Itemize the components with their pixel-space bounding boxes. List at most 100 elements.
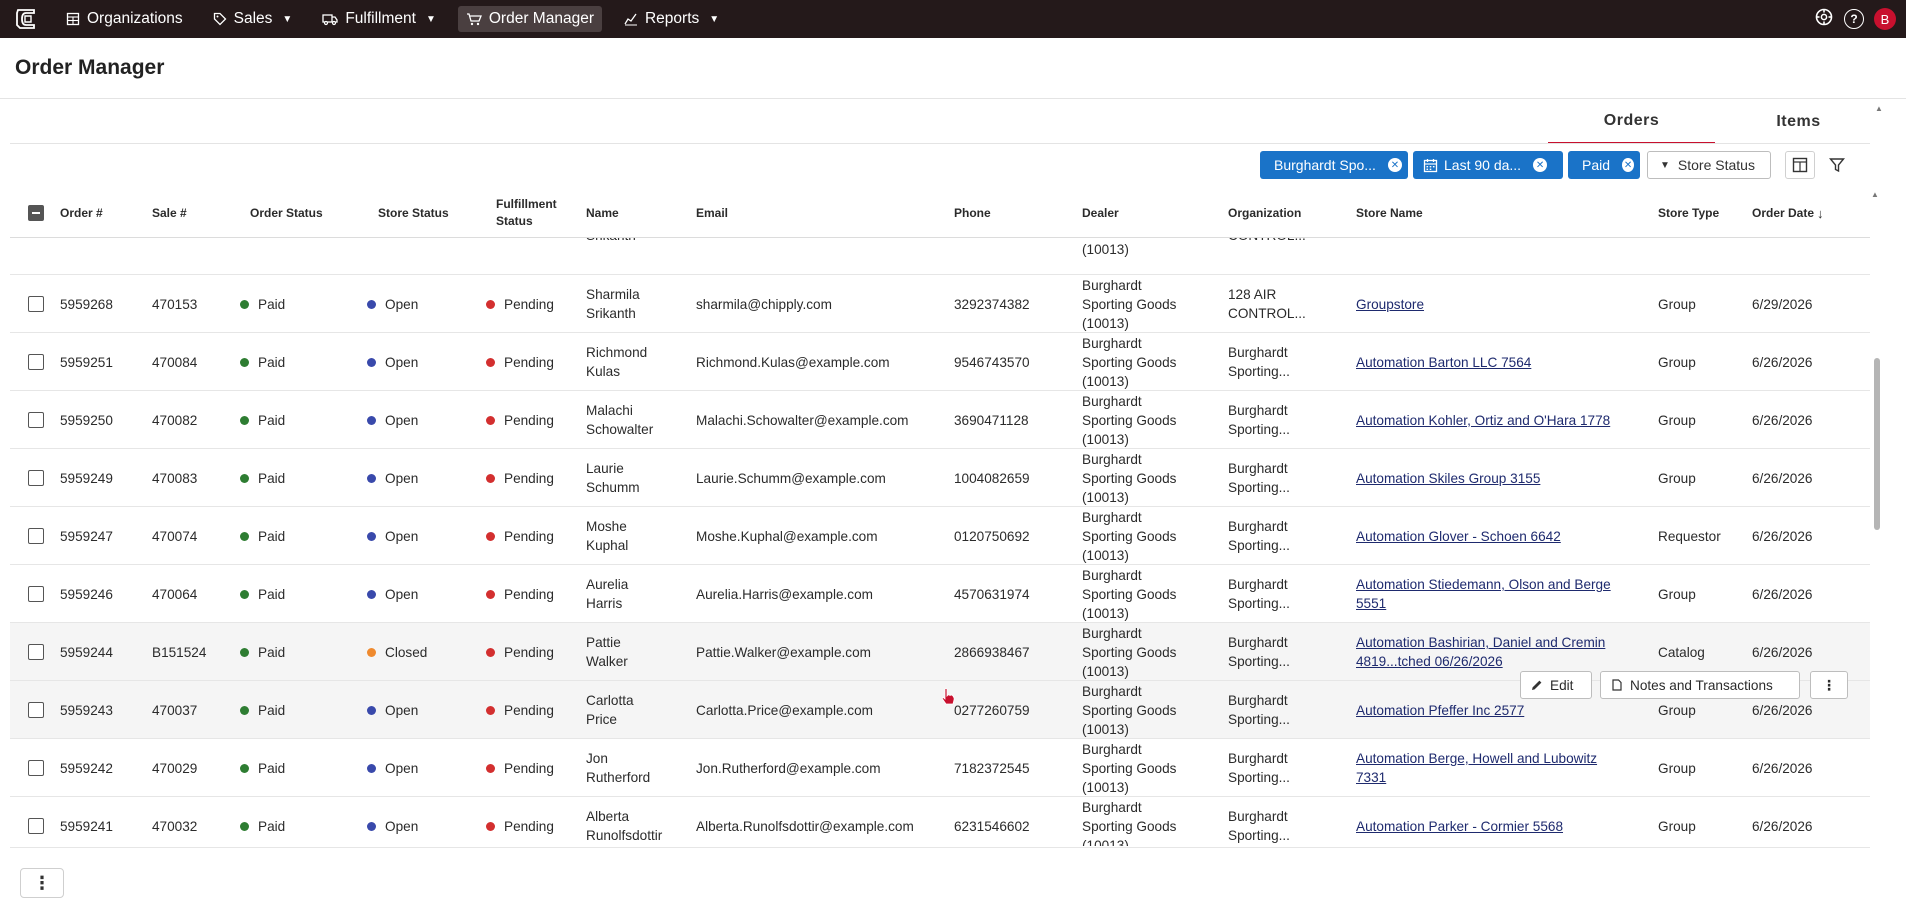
avatar[interactable]: B — [1874, 8, 1896, 30]
scroll-up-arrow-icon[interactable]: ▲ — [1871, 190, 1879, 199]
select-all-checkbox[interactable] — [28, 188, 44, 238]
nav-fulfillment[interactable]: Fulfillment ▼ — [314, 6, 444, 32]
cell-store-name[interactable]: Automation Kohler, Ortiz and O'Hara 1778 — [1356, 391, 1610, 449]
store-name-link[interactable]: Automation Pfeffer Inc 2577 — [1356, 701, 1524, 720]
cell-fulfillment-status: Pending — [486, 565, 554, 623]
row-checkbox[interactable] — [28, 275, 44, 333]
row-checkbox[interactable] — [28, 449, 44, 507]
row-checkbox[interactable] — [28, 507, 44, 565]
filter-chip-date[interactable]: Last 90 da... ✕ — [1413, 151, 1563, 179]
header-store-status[interactable]: Store Status — [378, 188, 449, 238]
dealer-line1: Burghardt — [1082, 625, 1142, 641]
header-phone[interactable]: Phone — [954, 188, 991, 238]
store-name-link[interactable]: Automation Skiles Group 3155 — [1356, 469, 1540, 488]
nav-reports[interactable]: Reports ▼ — [616, 6, 727, 32]
dealer-line2: Sporting Goods — [1082, 760, 1177, 776]
notes-and-transactions-button[interactable]: Notes and Transactions — [1600, 671, 1800, 699]
close-icon[interactable]: ✕ — [1533, 158, 1548, 172]
app-logo-icon[interactable] — [12, 5, 40, 33]
dealer-line2: Sporting Goods — [1082, 818, 1177, 834]
store-name-link[interactable]: Automation Kohler, Ortiz and O'Hara 1778 — [1356, 411, 1610, 430]
header-order-status[interactable]: Order Status — [250, 188, 323, 238]
table-row[interactable]: 5959251 470084 Paid Open Pending Richmon… — [10, 333, 1870, 391]
header-store-name[interactable]: Store Name — [1356, 188, 1423, 238]
store-name-link[interactable]: Automation Parker - Cormier 5568 — [1356, 817, 1563, 836]
header-store-type[interactable]: Store Type — [1658, 188, 1719, 238]
tab-items[interactable]: Items — [1715, 100, 1882, 144]
order-status-label: Paid — [258, 760, 286, 776]
table-row[interactable]: 5959249 470083 Paid Open Pending Laurie S… — [10, 449, 1870, 507]
store-name-link[interactable]: Automation Berge, Howell and Lubowitz — [1356, 749, 1597, 768]
header-order-num[interactable]: Order # — [60, 188, 103, 238]
row-checkbox[interactable] — [28, 565, 44, 623]
table-row[interactable]: 5959268 470153 Paid Open Pending Sharmil… — [10, 275, 1870, 333]
header-email[interactable]: Email — [696, 188, 728, 238]
vertical-scrollbar[interactable] — [1874, 358, 1880, 530]
store-name-link[interactable]: Groupstore — [1356, 295, 1424, 314]
cell-store-name[interactable]: Automation Skiles Group 3155 — [1356, 449, 1540, 507]
dealer-line2: Sporting Goods — [1082, 354, 1177, 370]
more-actions-button[interactable]: ⋮ — [1810, 671, 1848, 699]
dealer-line1: Burghardt — [1082, 567, 1142, 583]
store-name-link[interactable]: Automation Stiedemann, Olson and Berge — [1356, 575, 1611, 594]
row-checkbox[interactable] — [28, 333, 44, 391]
cell-store-name[interactable]: Automation Glover - Schoen 6642 — [1356, 507, 1561, 565]
dealer-line3: (10013) — [1082, 837, 1129, 847]
row-checkbox[interactable] — [28, 623, 44, 681]
filter-chip-dealer[interactable]: Burghardt Spo... ✕ — [1260, 151, 1408, 179]
scroll-up-arrow-icon[interactable]: ▲ — [1875, 104, 1883, 113]
cell-store-name[interactable]: Automation Barton LLC 7564 — [1356, 333, 1531, 391]
row-checkbox[interactable] — [28, 391, 44, 449]
table-row[interactable]: 5959242 470029 Paid Open Pending Jon Ruth… — [10, 739, 1870, 797]
header-dealer[interactable]: Dealer — [1082, 188, 1119, 238]
header-organization[interactable]: Organization — [1228, 188, 1301, 238]
chart-icon — [624, 13, 637, 26]
filter-chip-status[interactable]: Paid ✕ — [1568, 151, 1640, 179]
table-row[interactable]: 5959250 470082 Paid Open Pending Malachi… — [10, 391, 1870, 449]
column-layout-button[interactable] — [1785, 151, 1815, 179]
cell-store-name[interactable]: Groupstore — [1356, 275, 1424, 333]
store-name-link[interactable]: Automation Glover - Schoen 6642 — [1356, 527, 1561, 546]
row-checkbox[interactable] — [28, 797, 44, 846]
table-row[interactable]: 5959246 470064 Paid Open Pending Aurelia… — [10, 565, 1870, 623]
store-name-link-line2[interactable]: 7331 — [1356, 768, 1386, 787]
tab-orders[interactable]: Orders — [1548, 100, 1715, 144]
cell-store-name[interactable]: Automation Stiedemann, Olson and Berge 55… — [1356, 565, 1611, 623]
store-name-link[interactable]: Automation Bashirian, Daniel and Cremin — [1356, 633, 1605, 652]
store-name-link-line2[interactable]: 5551 — [1356, 594, 1386, 613]
status-dot — [240, 473, 249, 483]
row-checkbox[interactable] — [28, 739, 44, 797]
filter-button[interactable] — [1822, 151, 1852, 179]
header-name[interactable]: Name — [586, 188, 619, 238]
edit-button[interactable]: Edit — [1520, 671, 1592, 699]
help-icon[interactable]: ? — [1844, 9, 1864, 29]
cell-name: Aurelia Harris — [586, 565, 628, 623]
more-vertical-icon: ⋮ — [1822, 676, 1836, 693]
gear-icon[interactable] — [1814, 7, 1834, 32]
cell-fulfillment-status: Pending — [486, 739, 554, 797]
header-order-date[interactable]: Order Date ↓ — [1752, 188, 1824, 238]
cell-store-name[interactable]: Automation Berge, Howell and Lubowitz 733… — [1356, 739, 1597, 797]
header-fulfillment-status[interactable]: Fulfillment Status — [496, 188, 557, 238]
store-status-filter[interactable]: ▼ Store Status — [1647, 151, 1771, 179]
nav-sales[interactable]: Sales ▼ — [205, 6, 301, 32]
nav-organizations[interactable]: Organizations — [58, 6, 191, 32]
cell-order-status: Paid — [240, 449, 285, 507]
table-row[interactable]: 5959241 470032 Paid Open Pending Alberta… — [10, 797, 1870, 846]
store-name-link-line2[interactable]: 4819...tched 06/26/2026 — [1356, 652, 1503, 671]
status-dot — [486, 357, 495, 367]
nav-order-manager[interactable]: Order Manager — [457, 6, 602, 32]
status-dot — [240, 705, 249, 715]
store-name-link[interactable]: Automation Barton LLC 7564 — [1356, 353, 1531, 372]
row-checkbox[interactable] — [28, 681, 44, 739]
cell-dealer: Burghardt Sporting Goods (10013) — [1082, 333, 1176, 391]
cell-store-name[interactable]: Automation Parker - Cormier 5568 — [1356, 797, 1563, 846]
fulfillment-status-label: Pending — [504, 702, 554, 718]
org-line1: Burghardt — [1228, 577, 1288, 592]
table-row[interactable]: 5959247 470074 Paid Open Pending Moshe Ku… — [10, 507, 1870, 565]
close-icon[interactable]: ✕ — [1387, 158, 1402, 172]
header-sale-num[interactable]: Sale # — [152, 188, 187, 238]
more-options-button[interactable]: ⋮ — [20, 868, 64, 898]
cell-store-name[interactable]: Automation Pfeffer Inc 2577 — [1356, 681, 1524, 739]
close-icon[interactable]: ✕ — [1622, 158, 1634, 172]
